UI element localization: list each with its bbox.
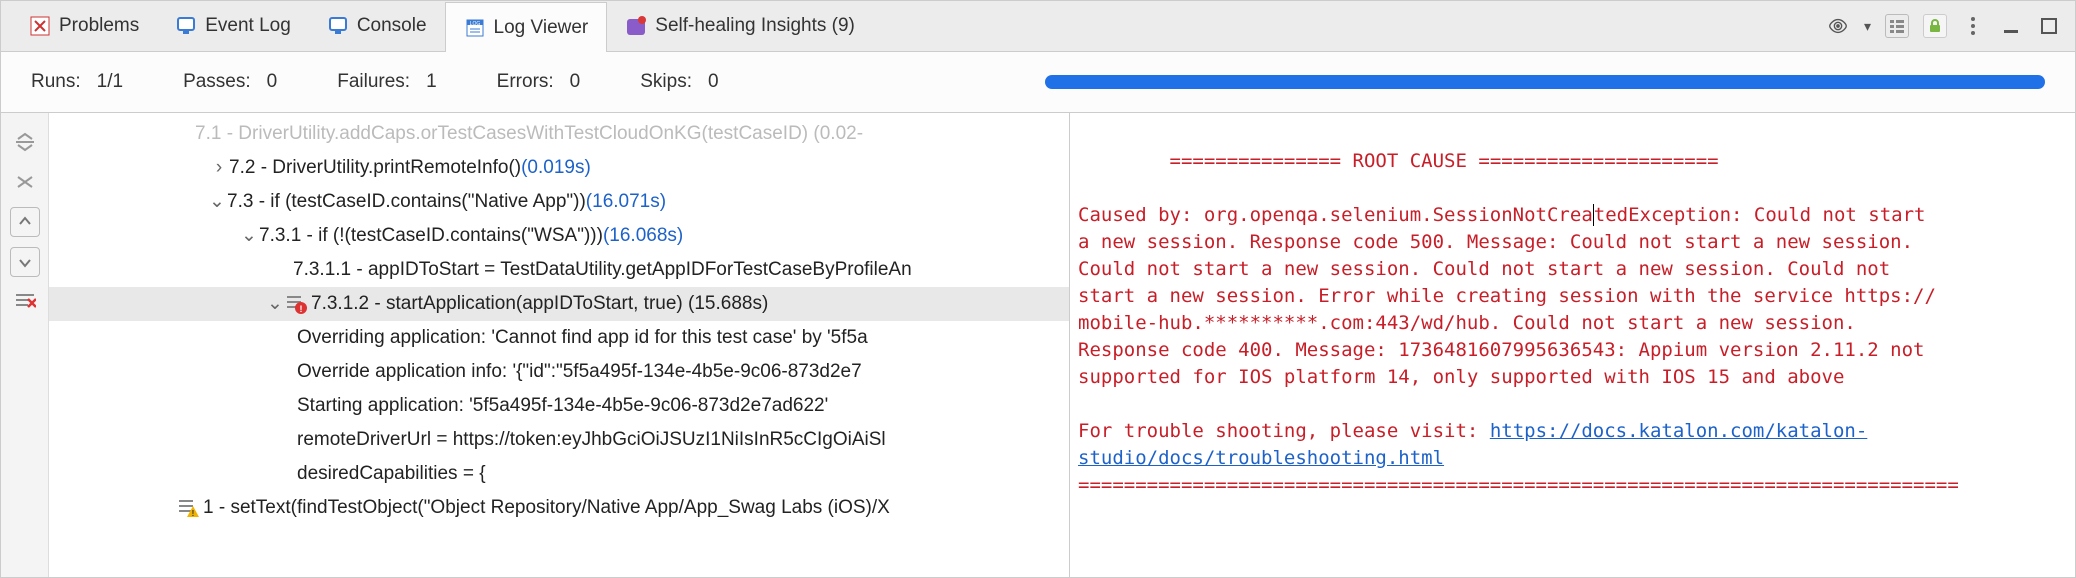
run-progress [1045,75,2045,89]
tree-row[interactable]: desiredCapabilities = { [49,457,1069,491]
troubleshoot-line: For trouble shooting, please visit: http… [1078,418,2071,445]
tab-console[interactable]: Console [309,1,445,51]
tree-row[interactable]: › 7.2 - DriverUtility.printRemoteInfo() … [49,151,1069,185]
next-failure-icon[interactable] [10,247,40,277]
tab-label: Problems [59,15,139,37]
prev-failure-icon[interactable] [10,207,40,237]
svg-text:!: ! [192,509,195,518]
tree-row[interactable]: Override application info: '{"id":"5f5a4… [49,355,1069,389]
svg-text:LOG: LOG [469,21,480,27]
visibility-icon[interactable] [1826,14,1850,38]
tree-row[interactable]: Starting application: '5f5a495f-134e-4b5… [49,389,1069,423]
tree-row-selected[interactable]: ⌄ ! 7.3.1.2 - startApplication(appIDToSt… [49,287,1069,321]
log-viewer-icon: LOG [464,17,486,39]
tab-label: Self-healing Insights (9) [655,15,855,37]
step-duration[interactable]: (0.019s) [521,151,591,185]
tab-event-log[interactable]: Event Log [157,1,309,51]
tree-gutter [1,113,49,577]
stat-runs: Runs: 1/1 [31,71,123,93]
troubleshoot-link[interactable]: studio/docs/troubleshooting.html [1078,447,1444,469]
stat-errors: Errors: 0 [497,71,581,93]
tab-self-healing[interactable]: Self-healing Insights (9) [607,1,873,51]
svg-text:!: ! [300,304,303,314]
troubleshoot-link[interactable]: https://docs.katalon.com/katalon- [1490,420,1868,442]
root-cause-text: start a new session. Error while creatin… [1078,283,2071,310]
tree-view-icon[interactable] [1885,14,1909,38]
event-log-icon [175,15,197,37]
maximize-icon[interactable] [2037,14,2061,38]
expand-all-icon[interactable] [10,167,40,197]
root-cause-footer: ========================================… [1078,472,2071,499]
stat-skips: Skips: 0 [640,71,718,93]
tree-row[interactable]: ! 1 - setText(findTestObject("Object Rep… [49,491,1069,525]
bottom-tab-bar: Problems Event Log Console LOG Log Viewe… [1,1,2075,52]
root-cause-text: Caused by: org.openqa.selenium.SessionNo… [1078,202,2071,229]
console-icon [327,15,349,37]
root-cause-text: mobile-hub.**********.com:443/wd/hub. Co… [1078,310,2071,337]
root-cause-text: Response code 400. Message: 173648160799… [1078,337,2071,364]
root-cause-text: Could not start a new session. Could not… [1078,256,2071,283]
dropdown-arrow-icon[interactable]: ▾ [1864,18,1871,35]
warning-step-icon: ! [177,497,199,519]
self-healing-icon [625,15,647,37]
tree-row[interactable]: 7.3.1.1 - appIDToStart = TestDataUtility… [49,253,1069,287]
tree-row[interactable]: remoteDriverUrl = https://token:eyJhbGci… [49,423,1069,457]
tree-row[interactable]: 7.1 - DriverUtility.addCaps.orTestCasesW… [49,117,1069,151]
tab-label: Log Viewer [494,17,589,39]
root-cause-header: =============== ROOT CAUSE =============… [1078,121,2071,202]
collapse-all-icon[interactable] [10,127,40,157]
tree-row[interactable]: ⌄ 7.3 - if (testCaseID.contains("Native … [49,185,1069,219]
tree-row[interactable]: ⌄ 7.3.1 - if (!(testCaseID.contains("WSA… [49,219,1069,253]
tree-row[interactable]: Overriding application: 'Cannot find app… [49,321,1069,355]
minimize-icon[interactable] [1999,14,2023,38]
log-details[interactable]: =============== ROOT CAUSE =============… [1069,113,2075,577]
chevron-down-icon[interactable]: ⌄ [265,287,285,321]
tab-label: Console [357,15,427,37]
error-step-icon: ! [285,293,307,315]
problems-icon [29,15,51,37]
tab-log-viewer[interactable]: LOG Log Viewer [445,2,608,52]
chevron-right-icon[interactable]: › [209,151,229,185]
chevron-down-icon[interactable]: ⌄ [207,185,227,219]
root-cause-text: supported for IOS platform 14, only supp… [1078,364,2071,391]
step-duration[interactable]: (16.068s) [603,219,683,253]
run-stats-bar: Runs: 1/1 Passes: 0 Failures: 1 Errors: … [1,52,2075,112]
log-tree[interactable]: 7.1 - DriverUtility.addCaps.orTestCasesW… [49,113,1069,577]
tab-label: Event Log [205,15,291,37]
step-duration[interactable]: (16.071s) [586,185,666,219]
tab-problems[interactable]: Problems [11,1,157,51]
more-icon[interactable] [1961,14,1985,38]
chevron-down-icon[interactable]: ⌄ [239,219,259,253]
filter-failures-icon[interactable] [10,287,40,317]
lock-icon[interactable] [1923,14,1947,38]
root-cause-text: a new session. Response code 500. Messag… [1078,229,2071,256]
stat-failures: Failures: 1 [337,71,436,93]
stat-passes: Passes: 0 [183,71,277,93]
tab-bar-tools: ▾ [1826,14,2075,38]
